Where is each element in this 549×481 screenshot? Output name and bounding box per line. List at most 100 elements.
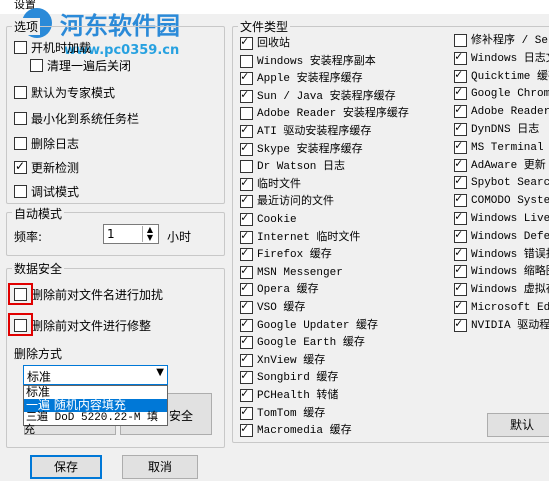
filetype-item[interactable]: PCHealth 转储	[240, 387, 440, 404]
checkbox[interactable]	[240, 299, 253, 314]
checkbox[interactable]	[14, 159, 27, 174]
checkbox[interactable]	[454, 281, 467, 297]
checkbox[interactable]	[454, 121, 467, 136]
option-trim-file[interactable]: 删除前对文件进行修整	[14, 318, 184, 334]
filetype-item[interactable]: ATI 驱动安装程序缓存	[240, 123, 440, 140]
filetype-item[interactable]: 最近访问的文件	[240, 193, 440, 210]
spinner-arrows-icon[interactable]: ▲ ▼	[142, 226, 157, 242]
filetype-item[interactable]: AdAware 更新	[454, 157, 549, 174]
frequency-value[interactable]: 1	[107, 227, 115, 241]
option-debug-mode[interactable]: 调试模式	[14, 184, 164, 200]
filetype-item[interactable]: NVIDIA 驱动程	[454, 317, 549, 334]
checkbox[interactable]	[454, 68, 467, 83]
checkbox[interactable]	[14, 185, 27, 198]
filetype-item[interactable]: Apple 安装程序缓存	[240, 70, 440, 87]
checkbox[interactable]	[240, 88, 253, 103]
filetype-item[interactable]: Firefox 缓存	[240, 246, 440, 263]
checkbox[interactable]	[14, 86, 27, 99]
filetype-item[interactable]: Windows 安装程序副本	[240, 54, 440, 70]
filetype-item[interactable]: Quicktime 缓存	[454, 68, 549, 85]
checkbox[interactable]	[14, 112, 27, 125]
filetype-item[interactable]: Windows 缩略图	[454, 263, 549, 280]
checkbox[interactable]	[454, 192, 467, 208]
option-load-on-startup[interactable]: 开机时加载	[14, 40, 164, 56]
filetype-item[interactable]: Windows 虚拟存	[454, 281, 549, 298]
filetype-item[interactable]: Windows Live	[454, 210, 549, 227]
checkbox[interactable]	[240, 422, 253, 438]
option-expert-mode[interactable]: 默认为专家模式	[14, 85, 164, 101]
frequency-spinner[interactable]: 1 ▲ ▼	[103, 224, 159, 244]
checkbox[interactable]	[454, 34, 467, 47]
filetype-item[interactable]: MSN Messenger	[240, 264, 440, 281]
checkbox[interactable]	[240, 264, 253, 279]
checkbox[interactable]	[454, 263, 467, 279]
filetype-item[interactable]: Google Chrome	[454, 85, 549, 102]
filetype-item[interactable]: DynDNS 日志	[454, 121, 549, 138]
checkbox[interactable]	[454, 210, 467, 225]
checkbox[interactable]	[30, 59, 43, 72]
checkbox[interactable]	[240, 70, 253, 86]
filetype-item[interactable]: Windows 日志文	[454, 50, 549, 67]
checkbox[interactable]	[240, 281, 253, 297]
filetype-item[interactable]: Cookie	[240, 211, 440, 228]
option-scramble-filename[interactable]: 删除前对文件名进行加扰	[14, 287, 184, 303]
delete-method-select[interactable]: 标准 ▼	[23, 365, 168, 385]
filetype-item[interactable]: Spybot Search	[454, 174, 549, 191]
checkbox[interactable]	[454, 317, 467, 332]
checkbox[interactable]	[240, 317, 253, 332]
checkbox[interactable]	[454, 85, 467, 101]
option-update-check[interactable]: 更新检测	[14, 159, 164, 176]
checkbox[interactable]	[454, 246, 467, 261]
option-close-after-clean[interactable]: 清理一遍后关闭	[30, 58, 180, 74]
filetype-item[interactable]: Windows Defen	[454, 228, 549, 245]
checkbox[interactable]	[240, 246, 253, 262]
checkbox[interactable]	[240, 229, 253, 244]
option-delete-log[interactable]: 删除日志	[14, 136, 164, 152]
filetype-item[interactable]: VSO 缓存	[240, 299, 440, 316]
filetype-item[interactable]: 回收站	[240, 35, 440, 52]
checkbox[interactable]	[454, 103, 467, 119]
filetype-item[interactable]: Dr Watson 日志	[240, 159, 440, 175]
filetype-item[interactable]: 临时文件	[240, 176, 440, 193]
default-button[interactable]: 默认	[487, 413, 549, 437]
filetype-item[interactable]: Sun / Java 安装程序缓存	[240, 88, 440, 105]
filetype-item[interactable]: Adobe Reader 安装程序缓存	[240, 106, 440, 122]
checkbox[interactable]	[240, 405, 253, 420]
filetype-item[interactable]: Adobe Reader	[454, 103, 549, 120]
filetype-item[interactable]: Internet 临时文件	[240, 229, 440, 246]
filetype-item[interactable]: Microsoft Edg	[454, 299, 549, 316]
checkbox[interactable]	[240, 107, 253, 121]
filetype-item[interactable]: Google Updater 缓存	[240, 317, 440, 334]
checkbox[interactable]	[240, 54, 253, 68]
checkbox[interactable]	[454, 139, 467, 154]
filetype-item[interactable]: XnView 缓存	[240, 352, 440, 369]
dropdown-option[interactable]: 三遍 DoD 5220.22-M 填充	[24, 412, 167, 437]
cancel-button[interactable]: 取消	[122, 455, 198, 479]
dropdown-option-selected[interactable]: 一遍 随机内容填充	[24, 399, 167, 412]
filetype-item[interactable]: 修补程序 / Se	[454, 33, 549, 49]
checkbox[interactable]	[454, 157, 467, 172]
checkbox[interactable]	[454, 228, 467, 243]
filetype-item[interactable]: Windows 错误报	[454, 246, 549, 263]
checkbox[interactable]	[240, 160, 253, 174]
checkbox[interactable]	[14, 41, 27, 54]
save-button[interactable]: 保存	[30, 455, 102, 479]
checkbox[interactable]	[240, 387, 253, 402]
filetype-item[interactable]: Songbird 缓存	[240, 369, 440, 386]
checkbox[interactable]	[240, 193, 253, 209]
checkbox[interactable]	[454, 299, 467, 314]
filetype-item[interactable]: TomTom 缓存	[240, 405, 440, 422]
checkbox[interactable]	[240, 176, 253, 191]
checkbox[interactable]	[240, 334, 253, 350]
filetype-item[interactable]: COMODO Syster	[454, 192, 549, 209]
checkbox[interactable]	[14, 137, 27, 150]
filetype-item[interactable]: Macromedia 缓存	[240, 422, 440, 439]
filetype-item[interactable]: Skype 安装程序缓存	[240, 141, 440, 158]
checkbox[interactable]	[240, 369, 253, 385]
option-minimize-tray[interactable]: 最小化到系统任务栏	[14, 111, 184, 127]
filetype-item[interactable]: Google Earth 缓存	[240, 334, 440, 351]
filetype-item[interactable]: MS Terminal	[454, 139, 549, 156]
checkbox[interactable]	[454, 174, 467, 190]
checkbox[interactable]	[240, 35, 253, 50]
filetype-item[interactable]: Opera 缓存	[240, 281, 440, 298]
